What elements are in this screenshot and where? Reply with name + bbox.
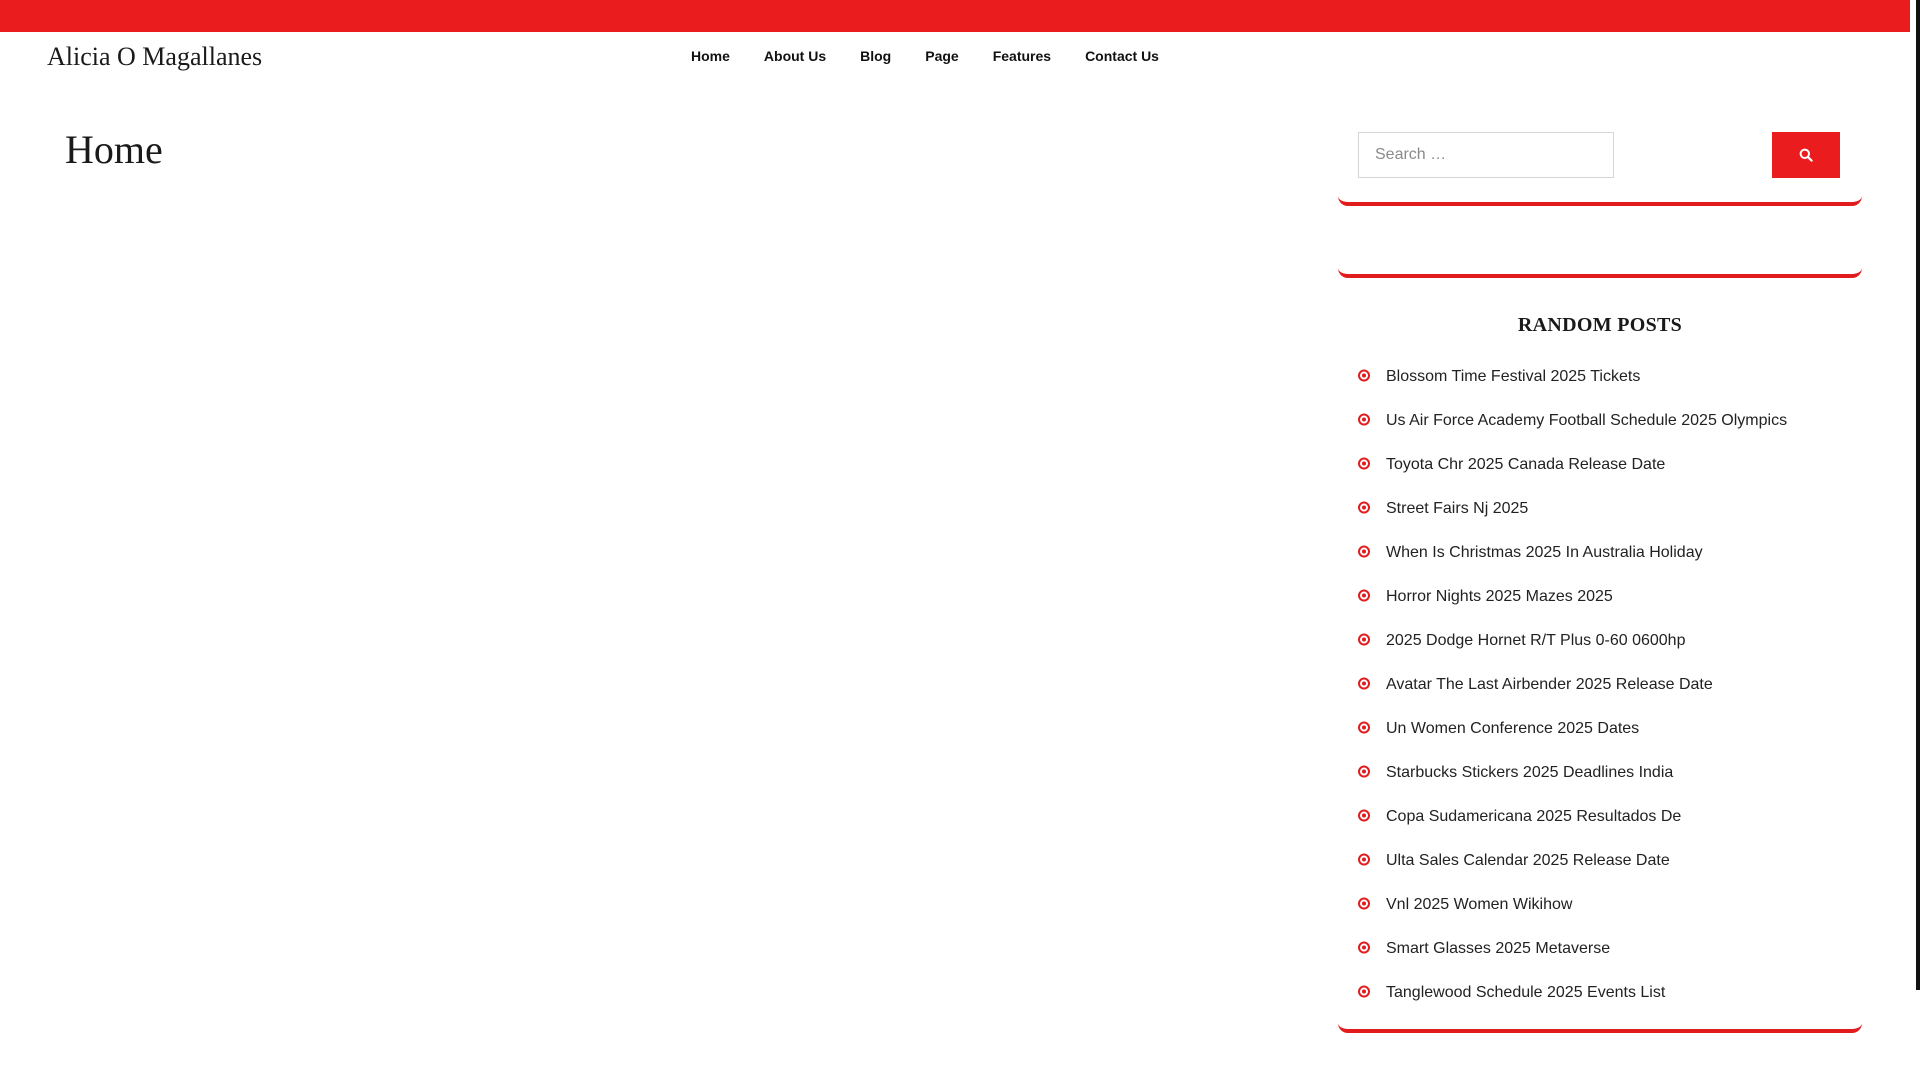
bullet-circle-icon bbox=[1358, 589, 1370, 602]
nav-item-about-us[interactable]: About Us bbox=[764, 48, 826, 64]
list-item: Tanglewood Schedule 2025 Events List bbox=[1358, 971, 1862, 1015]
page: Alicia O Magallanes Home About Us Blog P… bbox=[0, 0, 1920, 1080]
list-item: Un Women Conference 2025 Dates bbox=[1358, 707, 1862, 751]
list-item: Vnl 2025 Women Wikihow bbox=[1358, 883, 1862, 927]
post-link[interactable]: Un Women Conference 2025 Dates bbox=[1386, 720, 1639, 738]
nav-item-home[interactable]: Home bbox=[691, 48, 730, 64]
post-link[interactable]: Street Fairs Nj 2025 bbox=[1386, 500, 1528, 518]
bullet-circle-icon bbox=[1358, 501, 1370, 514]
page-title: Home bbox=[65, 127, 163, 172]
post-link[interactable]: Ulta Sales Calendar 2025 Release Date bbox=[1386, 852, 1670, 870]
random-posts-widget: RANDOM POSTS Blossom Time Festival 2025 … bbox=[1338, 298, 1862, 1033]
list-item: Blossom Time Festival 2025 Tickets bbox=[1358, 355, 1862, 399]
list-item: Ulta Sales Calendar 2025 Release Date bbox=[1358, 839, 1862, 883]
list-item: Street Fairs Nj 2025 bbox=[1358, 487, 1862, 531]
bullet-circle-icon bbox=[1358, 765, 1370, 778]
site-title[interactable]: Alicia O Magallanes bbox=[47, 42, 262, 72]
bullet-circle-icon bbox=[1358, 369, 1370, 382]
bullet-circle-icon bbox=[1358, 457, 1370, 470]
empty-widget bbox=[1338, 206, 1862, 278]
search-button[interactable] bbox=[1772, 132, 1840, 178]
post-link[interactable]: When Is Christmas 2025 In Australia Holi… bbox=[1386, 544, 1703, 562]
post-link[interactable]: Tanglewood Schedule 2025 Events List bbox=[1386, 984, 1665, 1002]
list-item: Copa Sudamericana 2025 Resultados De bbox=[1358, 795, 1862, 839]
post-link[interactable]: 2025 Dodge Hornet R/T Plus 0-60 0600hp bbox=[1386, 632, 1685, 650]
post-link[interactable]: Toyota Chr 2025 Canada Release Date bbox=[1386, 456, 1665, 474]
bullet-circle-icon bbox=[1358, 721, 1370, 734]
bullet-circle-icon bbox=[1358, 545, 1370, 558]
main-nav: Home About Us Blog Page Features Contact… bbox=[691, 48, 1159, 64]
bullet-circle-icon bbox=[1358, 897, 1370, 910]
random-posts-list: Blossom Time Festival 2025 Tickets Us Ai… bbox=[1338, 355, 1862, 1015]
post-link[interactable]: Copa Sudamericana 2025 Resultados De bbox=[1386, 808, 1681, 826]
post-link[interactable]: Blossom Time Festival 2025 Tickets bbox=[1386, 368, 1640, 386]
post-link[interactable]: Smart Glasses 2025 Metaverse bbox=[1386, 940, 1610, 958]
bullet-circle-icon bbox=[1358, 413, 1370, 426]
post-link[interactable]: Avatar The Last Airbender 2025 Release D… bbox=[1386, 676, 1713, 694]
post-link[interactable]: Horror Nights 2025 Mazes 2025 bbox=[1386, 588, 1613, 606]
top-accent-bar bbox=[0, 0, 1910, 32]
nav-item-contact-us[interactable]: Contact Us bbox=[1085, 48, 1159, 64]
nav-item-page[interactable]: Page bbox=[925, 48, 958, 64]
list-item: 2025 Dodge Hornet R/T Plus 0-60 0600hp bbox=[1358, 619, 1862, 663]
bullet-circle-icon bbox=[1358, 809, 1370, 822]
post-link[interactable]: Vnl 2025 Women Wikihow bbox=[1386, 896, 1572, 914]
list-item: Horror Nights 2025 Mazes 2025 bbox=[1358, 575, 1862, 619]
bullet-circle-icon bbox=[1358, 853, 1370, 866]
widget-title: RANDOM POSTS bbox=[1517, 314, 1683, 336]
scrollbar[interactable] bbox=[1916, 0, 1920, 990]
nav-item-features[interactable]: Features bbox=[993, 48, 1051, 64]
search-widget bbox=[1338, 130, 1862, 206]
list-item: When Is Christmas 2025 In Australia Holi… bbox=[1358, 531, 1862, 575]
bullet-circle-icon bbox=[1358, 985, 1370, 998]
bullet-circle-icon bbox=[1358, 633, 1370, 646]
nav-item-blog[interactable]: Blog bbox=[860, 48, 891, 64]
bullet-circle-icon bbox=[1358, 941, 1370, 954]
post-link[interactable]: Us Air Force Academy Football Schedule 2… bbox=[1386, 412, 1787, 430]
sidebar: RANDOM POSTS Blossom Time Festival 2025 … bbox=[1338, 130, 1862, 1033]
post-link[interactable]: Starbucks Stickers 2025 Deadlines India bbox=[1386, 764, 1673, 782]
list-item: Starbucks Stickers 2025 Deadlines India bbox=[1358, 751, 1862, 795]
list-item: Avatar The Last Airbender 2025 Release D… bbox=[1358, 663, 1862, 707]
search-input[interactable] bbox=[1358, 132, 1614, 178]
list-item: Toyota Chr 2025 Canada Release Date bbox=[1358, 443, 1862, 487]
list-item: Smart Glasses 2025 Metaverse bbox=[1358, 927, 1862, 971]
bullet-circle-icon bbox=[1358, 677, 1370, 690]
search-icon bbox=[1799, 148, 1813, 162]
list-item: Us Air Force Academy Football Schedule 2… bbox=[1358, 399, 1862, 443]
